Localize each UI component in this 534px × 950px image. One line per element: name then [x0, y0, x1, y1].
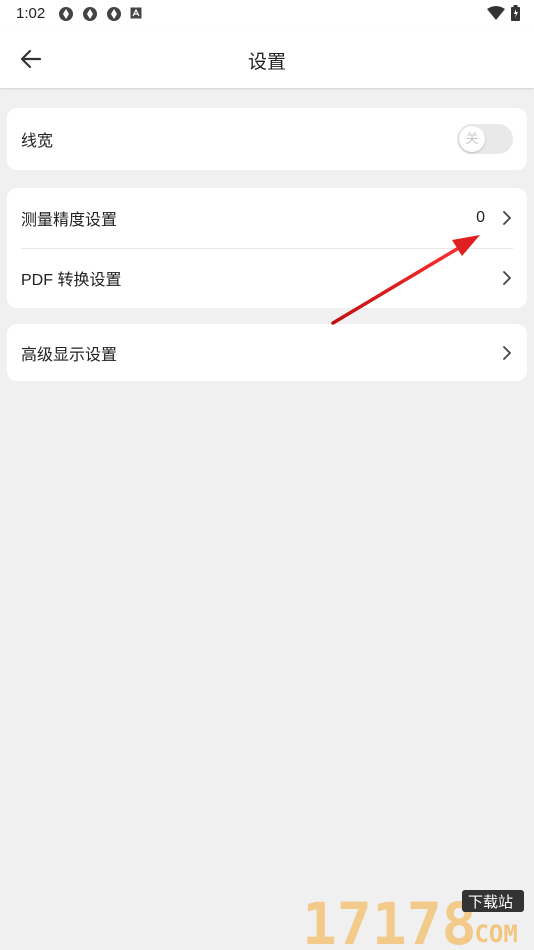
annotation-arrow [331, 235, 480, 325]
watermark-logo: 17178 下载站 .COM [302, 890, 524, 948]
watermark-domain: .COM [460, 920, 518, 948]
watermark-tag: 下载站 [468, 893, 513, 911]
watermark-number: 17178 [302, 890, 477, 948]
